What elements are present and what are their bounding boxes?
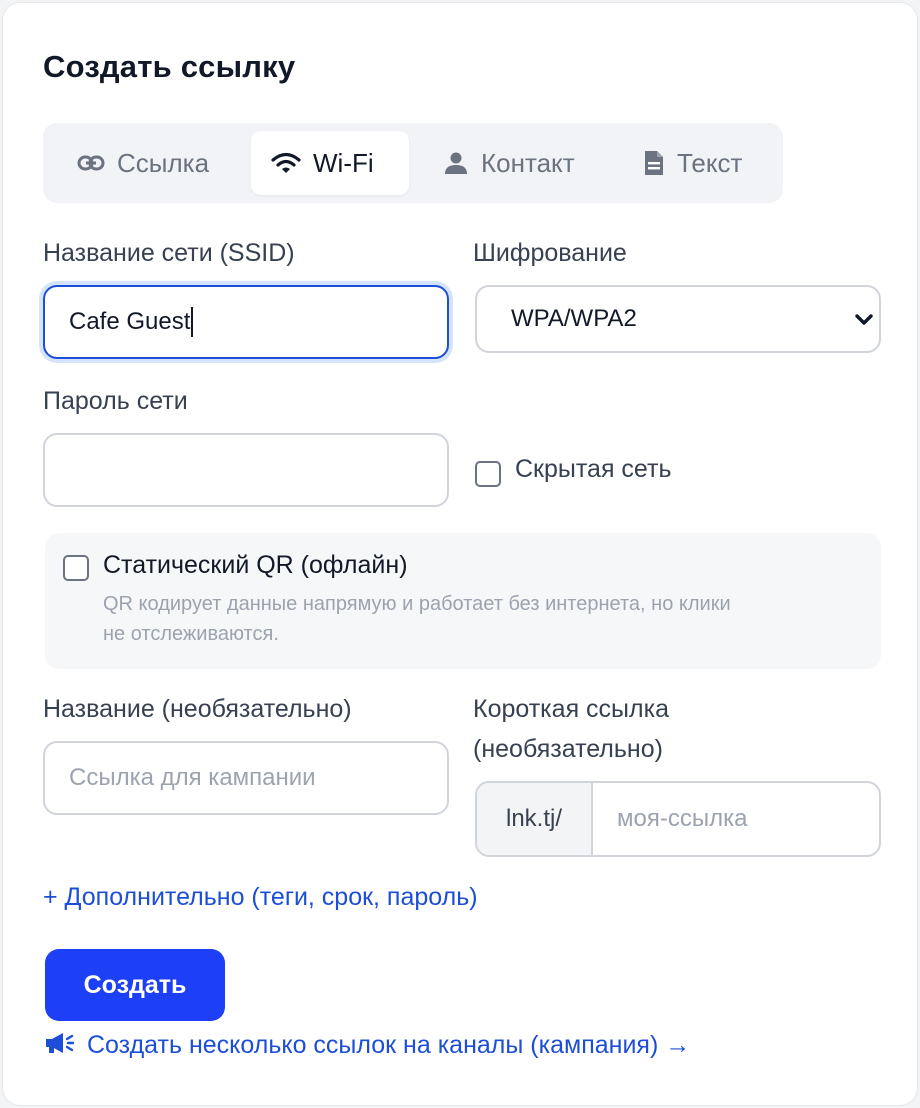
tab-text-label: Текст xyxy=(677,147,743,178)
short-link-input[interactable]: моя-ссылка xyxy=(617,783,747,855)
megaphone-icon xyxy=(43,1031,75,1060)
static-qr-checkbox[interactable] xyxy=(63,555,89,581)
ssid-label: Название сети (SSID) xyxy=(43,239,295,267)
advanced-options-link[interactable]: + Дополнительно (теги, срок, пароль) xyxy=(43,883,478,912)
tab-text[interactable]: Текст xyxy=(623,131,762,195)
static-qr-hint-line-1: QR кодирует данные напрямую и работает б… xyxy=(103,593,731,615)
encryption-label: Шифрование xyxy=(473,239,627,267)
text-caret xyxy=(191,307,194,337)
name-label: Название (необязательно) xyxy=(43,695,352,723)
document-icon xyxy=(643,149,665,177)
encryption-value: WPA/WPA2 xyxy=(511,305,637,332)
tab-contact[interactable]: Контакт xyxy=(423,131,595,195)
create-button[interactable]: Создать xyxy=(45,949,225,1021)
hidden-network-checkbox[interactable] xyxy=(475,461,501,487)
short-link-placeholder: моя-ссылка xyxy=(617,805,748,832)
person-icon xyxy=(443,150,469,176)
campaign-link-label: Создать несколько ссылок на каналы (камп… xyxy=(87,1031,691,1059)
tab-wifi-label: Wi-Fi xyxy=(313,147,374,178)
static-qr-hint: QR кодирует данные напрямую и работает б… xyxy=(103,589,731,649)
short-link-prefix: lnk.tj/ xyxy=(477,783,593,855)
link-icon xyxy=(77,155,105,171)
static-qr-label: Статический QR (офлайн) xyxy=(103,551,408,579)
tab-link[interactable]: Ссылка xyxy=(57,131,229,195)
ssid-input[interactable]: Cafe Guest xyxy=(43,285,449,359)
wifi-icon xyxy=(271,151,301,175)
page-title: Создать ссылку xyxy=(43,49,296,84)
hidden-network-label: Скрытая сеть xyxy=(515,455,672,483)
tab-contact-label: Контакт xyxy=(481,147,575,178)
create-link-card: Создать ссылку Ссылка Wi-Fi Контакт Текс… xyxy=(2,2,918,1106)
chevron-down-icon xyxy=(855,305,873,333)
short-link-label-line-2: (необязательно) xyxy=(473,735,663,763)
name-input[interactable]: Ссылка для кампании xyxy=(43,741,449,815)
password-input[interactable] xyxy=(43,433,449,507)
short-link-field: lnk.tj/ моя-ссылка xyxy=(475,781,881,857)
short-link-label: Короткая ссылка (необязательно) xyxy=(473,689,669,769)
tab-wifi[interactable]: Wi-Fi xyxy=(251,131,409,195)
name-placeholder: Ссылка для кампании xyxy=(69,764,316,791)
ssid-value: Cafe Guest xyxy=(69,308,191,335)
short-link-label-line-1: Короткая ссылка xyxy=(473,695,669,723)
static-qr-hint-line-2: не отслеживаются. xyxy=(103,623,279,645)
tab-link-label: Ссылка xyxy=(117,147,210,178)
campaign-link[interactable]: Создать несколько ссылок на каналы (камп… xyxy=(43,1031,690,1060)
static-qr-box: Статический QR (офлайн) QR кодирует данн… xyxy=(45,533,881,669)
password-label: Пароль сети xyxy=(43,387,188,415)
encryption-select[interactable]: WPA/WPA2 xyxy=(475,285,881,353)
type-tabs: Ссылка Wi-Fi Контакт Текст xyxy=(43,123,783,203)
